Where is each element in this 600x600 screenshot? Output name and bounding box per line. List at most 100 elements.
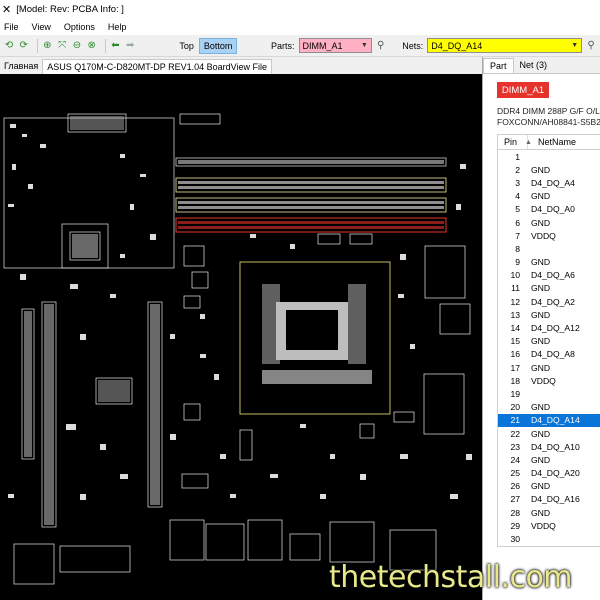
component xyxy=(183,245,205,267)
pin-row[interactable]: 3 D4_DQ_A4 xyxy=(498,176,600,189)
pin-row[interactable]: 18 VDDQ xyxy=(498,374,600,387)
part-description: DDR4 DIMM 288P G/F O/L FOXCONN/AH08841-S… xyxy=(497,106,600,128)
pin-row[interactable]: 6 GND xyxy=(498,216,600,229)
pin-row[interactable]: 25 D4_DQ_A20 xyxy=(498,467,600,480)
nets-search-field[interactable]: D4_DQ_A14 ▼ xyxy=(427,38,583,53)
pin-number: 10 xyxy=(510,270,520,281)
board-canvas[interactable] xyxy=(0,74,482,600)
pin-row[interactable]: 5 D4_DQ_A0 xyxy=(498,203,600,216)
pin-net-name: VDDQ xyxy=(531,230,556,241)
selected-part-dimm-a1[interactable] xyxy=(175,217,447,233)
pin-row[interactable]: 8 xyxy=(498,242,600,255)
zoom-fit-icon[interactable]: ⤧ xyxy=(56,39,68,52)
zoom-out-icon[interactable]: ⊖ xyxy=(71,39,83,52)
pin-row[interactable]: 28 GND xyxy=(498,506,600,519)
pin-net-name: D4_DQ_A12 xyxy=(531,323,580,334)
pin-net-name: D4_DQ_A8 xyxy=(531,349,575,360)
pin-row[interactable]: 4 GND xyxy=(498,190,600,203)
tab-home[interactable]: Главная xyxy=(0,59,42,74)
pin-row[interactable]: 16 D4_DQ_A8 xyxy=(498,348,600,361)
pin-row[interactable]: 27 D4_DQ_A16 xyxy=(498,493,600,506)
pin-row[interactable]: 21 D4_DQ_A14 xyxy=(498,413,600,427)
tab-part[interactable]: Part xyxy=(483,58,514,73)
component xyxy=(183,403,201,421)
pin-row[interactable]: 17 GND xyxy=(498,361,600,374)
pin-net-name: VDDQ xyxy=(531,375,556,386)
pin-number: 7 xyxy=(515,230,520,241)
pin-net-name: GND xyxy=(531,257,551,268)
pin-number: 28 xyxy=(510,507,520,518)
menu-view[interactable]: View xyxy=(32,22,51,32)
dimm-slot[interactable] xyxy=(175,197,447,213)
pin-row[interactable]: 13 GND xyxy=(498,308,600,321)
pin-row[interactable]: 11 GND xyxy=(498,282,600,295)
boardview-app: ✕ [Model: Rev: PCBA Info: ] File View Op… xyxy=(0,0,600,600)
pin-number: 5 xyxy=(515,204,520,215)
pin-row[interactable]: 19 xyxy=(498,387,600,400)
pin-number: 20 xyxy=(510,402,520,413)
menu-help[interactable]: Help xyxy=(108,22,127,32)
pin-row[interactable]: 14 D4_DQ_A12 xyxy=(498,321,600,334)
slot-pins xyxy=(150,304,160,505)
column-header-netname[interactable]: NetName xyxy=(528,135,600,149)
pin-row[interactable]: 15 GND xyxy=(498,335,600,348)
top-side-button[interactable]: Top xyxy=(175,39,198,53)
cpu-pads xyxy=(262,370,372,384)
pin-number: 2 xyxy=(515,164,520,175)
header xyxy=(423,373,465,435)
chevron-down-icon[interactable]: ▼ xyxy=(571,42,578,49)
toolbar-separator xyxy=(36,38,38,53)
nets-label: Nets: xyxy=(402,40,424,51)
pin-net-name: GND xyxy=(531,454,551,465)
tab-boardview-file[interactable]: ASUS Q170M-C-D820MT-DP REV1.04 BoardView… xyxy=(42,59,273,74)
chip-pads xyxy=(98,380,130,402)
pin-row[interactable]: 20 GND xyxy=(498,401,600,414)
toolbar: ⟲ ⟳ ⊕ ⤧ ⊖ ⊗ ⬅ ➡ Top Bottom Parts: DIMM_A… xyxy=(0,35,600,57)
menu-file[interactable]: File xyxy=(4,22,19,32)
pin-row[interactable]: 9 GND xyxy=(498,256,600,269)
dimm-pins xyxy=(178,160,444,164)
pin-row[interactable]: 22 GND xyxy=(498,427,600,440)
rotate-left-icon[interactable]: ⟲ xyxy=(3,39,15,52)
connector xyxy=(247,519,283,561)
menu-options[interactable]: Options xyxy=(64,22,95,32)
tab-net[interactable]: Net (3) xyxy=(514,58,554,73)
pin-number: 18 xyxy=(510,375,520,386)
pin-number: 25 xyxy=(510,468,520,479)
pin-net-name: D4_DQ_A0 xyxy=(531,204,575,215)
pin-net-name: D4_DQ_A2 xyxy=(531,296,575,307)
pin-row[interactable]: 24 GND xyxy=(498,453,600,466)
arrow-right-icon[interactable]: ➡ xyxy=(124,39,136,52)
column-header-pin[interactable]: Pin ▲ xyxy=(498,135,532,149)
component xyxy=(239,429,253,461)
pin-row[interactable]: 1 xyxy=(498,150,600,163)
pin-row[interactable]: 7 VDDQ xyxy=(498,229,600,242)
arrow-left-icon[interactable]: ⬅ xyxy=(110,39,122,52)
slot-pins xyxy=(24,311,32,457)
pin-number: 24 xyxy=(510,454,520,465)
bottom-side-button[interactable]: Bottom xyxy=(198,37,238,54)
pin-net-name: GND xyxy=(531,362,551,373)
pin-row[interactable]: 2 GND xyxy=(498,163,600,176)
pin-row[interactable]: 10 D4_DQ_A6 xyxy=(498,269,600,282)
rotate-right-icon[interactable]: ⟳ xyxy=(18,39,30,52)
parts-search-field[interactable]: DIMM_A1 ▼ xyxy=(298,38,372,53)
filter-icon[interactable]: ⚲ xyxy=(585,39,597,52)
pin-row[interactable]: 29 VDDQ xyxy=(498,519,600,532)
zoom-in-icon[interactable]: ⊕ xyxy=(41,39,53,52)
zoom-area-icon[interactable]: ⊗ xyxy=(86,39,98,52)
dimm-pins xyxy=(178,221,444,224)
component xyxy=(181,473,209,489)
chevron-down-icon[interactable]: ▼ xyxy=(361,42,368,49)
filter-icon[interactable]: ⚲ xyxy=(375,39,387,52)
pin-row[interactable]: 30 xyxy=(498,532,600,545)
pin-row[interactable]: 23 D4_DQ_A10 xyxy=(498,440,600,453)
connector xyxy=(289,533,321,561)
pin-row[interactable]: 26 GND xyxy=(498,480,600,493)
pin-number: 8 xyxy=(515,243,520,254)
pin-number: 4 xyxy=(515,191,520,202)
pin-row[interactable]: 12 D4_DQ_A2 xyxy=(498,295,600,308)
pin-number: 6 xyxy=(515,217,520,228)
dimm-slot[interactable] xyxy=(175,177,447,193)
component xyxy=(359,423,375,439)
